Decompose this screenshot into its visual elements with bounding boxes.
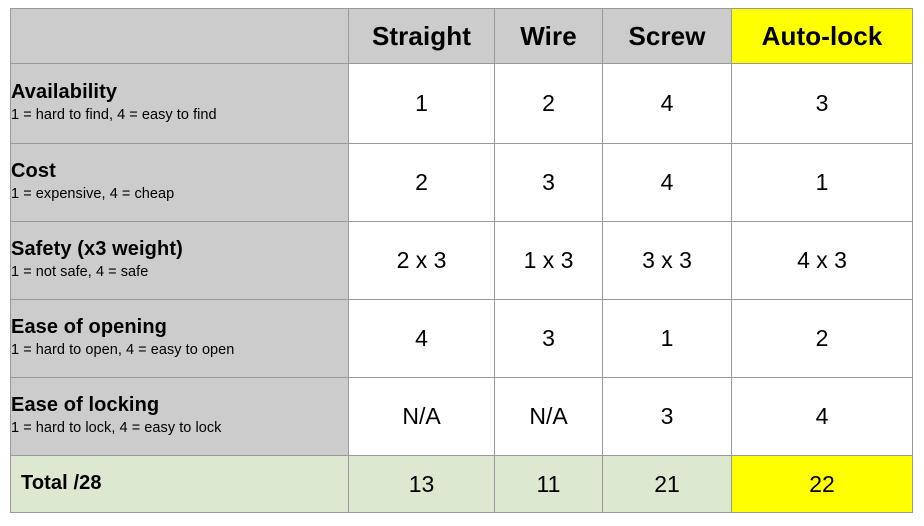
criterion-title: Ease of opening <box>11 316 167 339</box>
score-safety-straight: 2 x 3 <box>348 221 495 300</box>
criterion-cell-total: Total /28 <box>10 455 349 513</box>
criterion-scale-note: 1 = not safe, 4 = safe <box>11 264 149 281</box>
score-availability-straight: 1 <box>348 63 495 144</box>
total-straight: 13 <box>348 455 495 513</box>
score-cost-screw: 4 <box>602 143 732 222</box>
table-header: Straight Wire Screw Auto-lock <box>10 8 913 64</box>
score-cost-auto-lock: 1 <box>731 143 913 222</box>
score-cost-straight: 2 <box>348 143 495 222</box>
criterion-cell-safety: Safety (x3 weight) 1 = not safe, 4 = saf… <box>10 221 349 300</box>
criterion-cell-cost: Cost 1 = expensive, 4 = cheap <box>10 143 349 222</box>
criterion-cell-availability: Availability 1 = hard to find, 4 = easy … <box>10 63 349 144</box>
score-ease-of-opening-screw: 1 <box>602 299 732 378</box>
column-header-wire: Wire <box>494 8 603 64</box>
table-body: Availability 1 = hard to find, 4 = easy … <box>10 63 913 513</box>
criterion-column-header <box>10 8 349 64</box>
table-row-availability: Availability 1 = hard to find, 4 = easy … <box>10 63 913 144</box>
score-ease-of-opening-auto-lock: 2 <box>731 299 913 378</box>
criterion-cell-ease-of-locking: Ease of locking 1 = hard to lock, 4 = ea… <box>10 377 349 456</box>
criterion-title: Cost <box>11 160 56 183</box>
score-safety-screw: 3 x 3 <box>602 221 732 300</box>
criterion-title: Ease of locking <box>11 394 160 417</box>
score-ease-of-locking-straight: N/A <box>348 377 495 456</box>
total-label: Total /28 <box>21 472 102 495</box>
header-row: Straight Wire Screw Auto-lock <box>10 8 913 64</box>
table-row-safety: Safety (x3 weight) 1 = not safe, 4 = saf… <box>10 221 913 300</box>
table-row-ease-of-opening: Ease of opening 1 = hard to open, 4 = ea… <box>10 299 913 378</box>
column-header-straight: Straight <box>348 8 495 64</box>
column-header-screw: Screw <box>602 8 732 64</box>
score-safety-wire: 1 x 3 <box>494 221 603 300</box>
criterion-scale-note: 1 = hard to find, 4 = easy to find <box>11 107 217 124</box>
score-availability-wire: 2 <box>494 63 603 144</box>
criterion-title: Availability <box>11 81 118 104</box>
score-availability-auto-lock: 3 <box>731 63 913 144</box>
criterion-scale-note: 1 = hard to lock, 4 = easy to lock <box>11 420 222 437</box>
score-ease-of-opening-wire: 3 <box>494 299 603 378</box>
total-auto-lock: 22 <box>731 455 913 513</box>
total-wire: 11 <box>494 455 603 513</box>
criterion-cell-ease-of-opening: Ease of opening 1 = hard to open, 4 = ea… <box>10 299 349 378</box>
score-ease-of-locking-screw: 3 <box>602 377 732 456</box>
criterion-scale-note: 1 = hard to open, 4 = easy to open <box>11 342 235 359</box>
table-row-cost: Cost 1 = expensive, 4 = cheap 2 3 4 1 <box>10 143 913 222</box>
total-screw: 21 <box>602 455 732 513</box>
score-ease-of-locking-wire: N/A <box>494 377 603 456</box>
score-cost-wire: 3 <box>494 143 603 222</box>
decision-matrix-sheet: Straight Wire Screw Auto-lock Availabili… <box>0 0 924 526</box>
criterion-scale-note: 1 = expensive, 4 = cheap <box>11 186 175 203</box>
decision-matrix-table: Straight Wire Screw Auto-lock Availabili… <box>10 8 913 513</box>
score-safety-auto-lock: 4 x 3 <box>731 221 913 300</box>
table-row-total: Total /28 13 11 21 22 <box>10 455 913 513</box>
score-ease-of-opening-straight: 4 <box>348 299 495 378</box>
score-ease-of-locking-auto-lock: 4 <box>731 377 913 456</box>
score-availability-screw: 4 <box>602 63 732 144</box>
column-header-auto-lock: Auto-lock <box>731 8 913 64</box>
table-row-ease-of-locking: Ease of locking 1 = hard to lock, 4 = ea… <box>10 377 913 456</box>
criterion-title: Safety (x3 weight) <box>11 238 183 261</box>
